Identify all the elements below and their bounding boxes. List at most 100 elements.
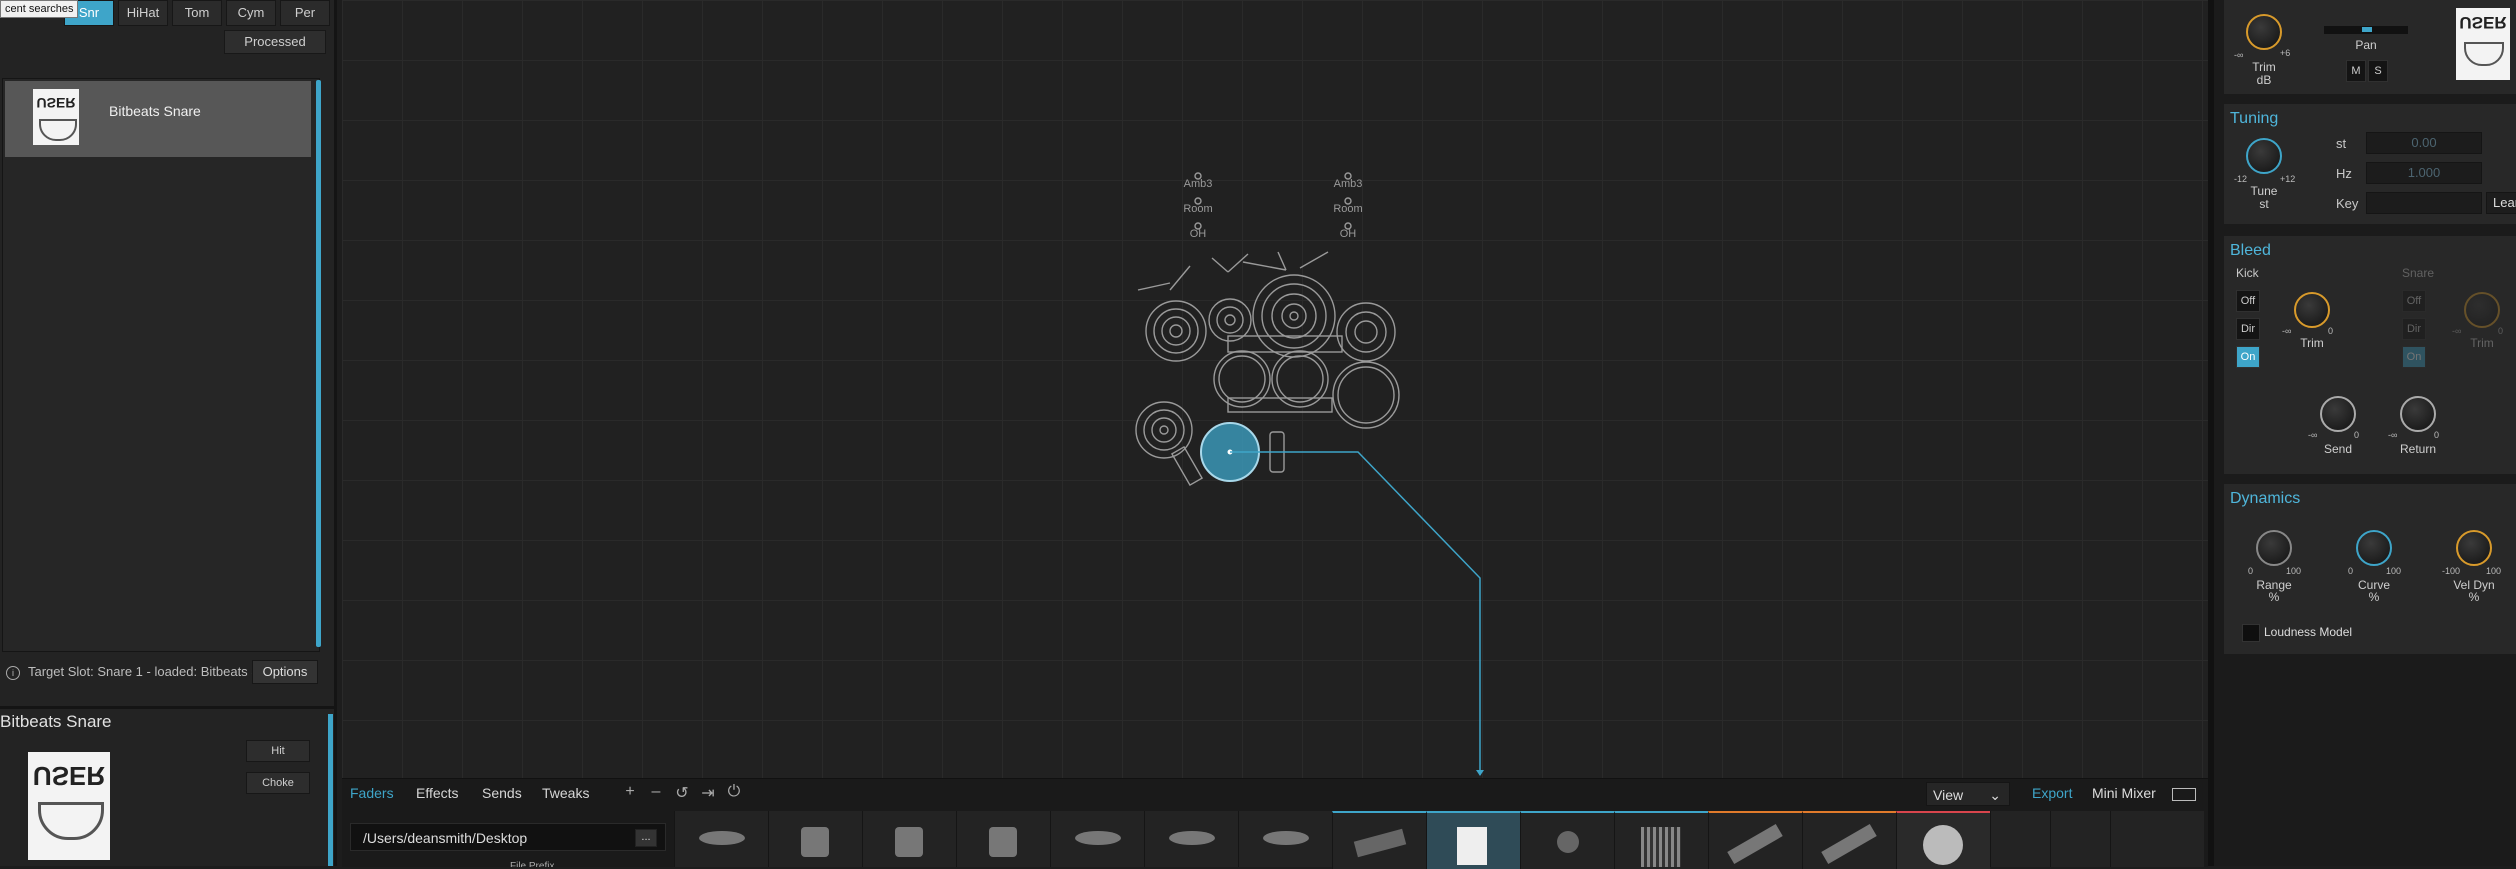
tab-cym[interactable]: Cym bbox=[226, 0, 276, 26]
undo-icon[interactable]: ↺ bbox=[672, 783, 692, 803]
skip-to-end-icon[interactable]: ⇥ bbox=[698, 783, 718, 803]
snare-off-toggle[interactable]: Off bbox=[2402, 290, 2426, 312]
send-knob[interactable] bbox=[2320, 396, 2356, 432]
floor-tom[interactable] bbox=[1332, 361, 1400, 429]
cymbal-left[interactable] bbox=[1145, 300, 1207, 362]
cymbal-right[interactable] bbox=[1336, 302, 1396, 362]
channel-slot[interactable] bbox=[1144, 811, 1238, 867]
channel-slot[interactable] bbox=[1050, 811, 1144, 867]
options-button[interactable]: Options bbox=[252, 660, 318, 684]
user-thumbnail bbox=[1457, 827, 1487, 865]
channel-slot-empty[interactable] bbox=[2110, 811, 2204, 867]
range-knob[interactable] bbox=[2256, 530, 2292, 566]
tab-effects[interactable]: Effects bbox=[416, 785, 459, 801]
trim-unit: dB bbox=[2256, 73, 2272, 87]
channel-slot[interactable] bbox=[1520, 811, 1614, 869]
status-text: Target Slot: Snare 1 - loaded: Bitbeats … bbox=[28, 664, 268, 679]
channel-slot[interactable] bbox=[862, 811, 956, 867]
return-min: -∞ bbox=[2388, 430, 2398, 440]
snare-trim-max: 0 bbox=[2498, 326, 2504, 336]
kick-on-toggle[interactable]: On bbox=[2236, 346, 2260, 368]
kick-off-toggle[interactable]: Off bbox=[2236, 290, 2260, 312]
return-knob[interactable] bbox=[2400, 396, 2436, 432]
tab-hihat[interactable]: HiHat bbox=[118, 0, 168, 26]
channel-slot[interactable] bbox=[1708, 811, 1802, 869]
tab-per[interactable]: Per bbox=[280, 0, 330, 26]
pan-handle[interactable] bbox=[2362, 27, 2372, 32]
tab-sends[interactable]: Sends bbox=[482, 785, 522, 801]
key-field[interactable] bbox=[2366, 192, 2482, 214]
kick-trim-max: 0 bbox=[2328, 326, 2334, 336]
channel-slot[interactable] bbox=[674, 811, 768, 867]
list-item[interactable]: USER Bitbeats Snare bbox=[5, 81, 311, 157]
bleed-section: Bleed Kick Off Dir On -∞ 0 Trim Snare Of… bbox=[2224, 236, 2516, 474]
mic-label-room-right: Room bbox=[1333, 203, 1363, 215]
cymbal-small[interactable] bbox=[1208, 298, 1252, 342]
snare-on-toggle[interactable]: On bbox=[2402, 346, 2426, 368]
send-max: 0 bbox=[2354, 430, 2360, 440]
tab-faders[interactable]: Faders bbox=[350, 785, 394, 801]
curve-min: 0 bbox=[2348, 566, 2354, 576]
range-min: 0 bbox=[2248, 566, 2254, 576]
tab-tom[interactable]: Tom bbox=[172, 0, 222, 26]
st-field[interactable]: 0.00 bbox=[2366, 132, 2482, 154]
snare-trim-knob[interactable] bbox=[2464, 292, 2500, 328]
cymbal-icon bbox=[1263, 831, 1309, 845]
kick-trim-knob[interactable] bbox=[2294, 292, 2330, 328]
hz-field[interactable]: 1.000 bbox=[2366, 162, 2482, 184]
kick-dir-toggle[interactable]: Dir bbox=[2236, 318, 2260, 340]
cymbal-ride[interactable] bbox=[1252, 274, 1336, 358]
channel-slot[interactable] bbox=[768, 811, 862, 867]
hihat[interactable] bbox=[1135, 401, 1193, 459]
channel-slot[interactable] bbox=[1332, 811, 1426, 869]
mic-label-oh-left: OH bbox=[1189, 228, 1207, 240]
cymbal-icon bbox=[1075, 831, 1121, 845]
snare-dir-toggle[interactable]: Dir bbox=[2402, 318, 2426, 340]
browse-button[interactable]: ... bbox=[635, 829, 657, 847]
user-thumbnail: USER bbox=[33, 89, 79, 145]
minus-icon[interactable]: – bbox=[646, 783, 666, 801]
mute-button[interactable]: M bbox=[2346, 60, 2366, 82]
hit-button[interactable]: Hit bbox=[246, 740, 310, 762]
choke-button[interactable]: Choke bbox=[246, 772, 310, 794]
lower-scrollbar[interactable] bbox=[328, 714, 333, 866]
channel-slot-active[interactable] bbox=[1426, 811, 1520, 869]
learn-button[interactable]: Learn bbox=[2486, 192, 2516, 214]
tab-tweaks[interactable]: Tweaks bbox=[542, 785, 589, 801]
range-unit: % bbox=[2268, 590, 2280, 604]
cymbal-icon bbox=[699, 831, 745, 845]
mini-mixer-button[interactable]: Mini Mixer bbox=[2092, 785, 2156, 801]
instrument-title: Bitbeats Snare bbox=[0, 712, 112, 731]
view-dropdown[interactable]: View ⌄ bbox=[1926, 782, 2010, 806]
channel-slot[interactable] bbox=[1896, 811, 1990, 869]
processed-button[interactable]: Processed bbox=[224, 30, 326, 54]
export-button[interactable]: Export bbox=[2032, 785, 2072, 801]
plus-icon[interactable]: + bbox=[620, 783, 640, 801]
channel-slot[interactable] bbox=[1238, 811, 1332, 867]
tune-min: -12 bbox=[2234, 174, 2248, 184]
trim-knob[interactable] bbox=[2246, 14, 2282, 50]
hihat-pedal[interactable] bbox=[1170, 445, 1204, 487]
user-thumbnail: USER bbox=[2456, 8, 2510, 80]
reel-icon bbox=[1923, 825, 1963, 865]
curve-knob[interactable] bbox=[2356, 530, 2392, 566]
channel-slot[interactable] bbox=[956, 811, 1050, 867]
window-toggle-icon[interactable] bbox=[2172, 788, 2196, 801]
hz-label: Hz bbox=[2336, 166, 2352, 181]
microphone-icon bbox=[1727, 823, 1783, 865]
power-icon[interactable]: ⏻ bbox=[724, 783, 744, 801]
tune-knob[interactable] bbox=[2246, 138, 2282, 174]
pan-slider[interactable] bbox=[2324, 26, 2408, 34]
solo-button[interactable]: S bbox=[2368, 60, 2388, 82]
vel-dyn-knob[interactable] bbox=[2456, 530, 2492, 566]
list-scrollbar[interactable] bbox=[316, 80, 321, 647]
loudness-model-checkbox[interactable] bbox=[2242, 624, 2260, 642]
kick-drum-base[interactable] bbox=[1227, 397, 1333, 413]
channel-slot[interactable] bbox=[1802, 811, 1896, 869]
channel-slot[interactable] bbox=[1614, 811, 1708, 869]
drum-icon bbox=[989, 827, 1017, 857]
microphone-icon bbox=[1353, 828, 1407, 858]
export-path-field[interactable]: /Users/deansmith/Desktop ... bbox=[350, 823, 666, 851]
return-max: 0 bbox=[2434, 430, 2440, 440]
kick-trim-label: Trim bbox=[2300, 336, 2324, 350]
